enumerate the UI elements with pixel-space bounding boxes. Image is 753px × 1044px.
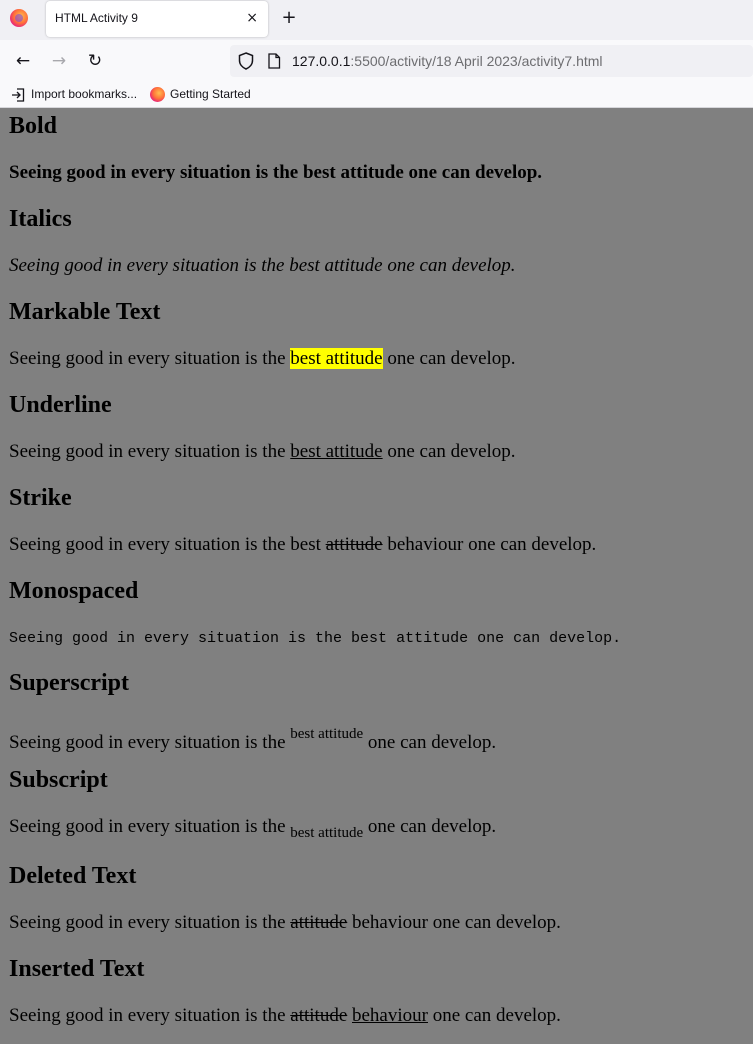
back-button[interactable]: ← [11, 50, 35, 74]
import-icon [12, 88, 25, 102]
address-bar[interactable]: 127.0.0.1:5500/activity/18 April 2023/ac… [230, 45, 753, 77]
close-tab-icon[interactable]: × [246, 8, 258, 28]
heading-strike: Strike [9, 485, 72, 511]
superscript-after: one can develop. [363, 732, 497, 753]
mark-paragraph: Seeing good in every situation is the be… [9, 347, 516, 371]
inserted-before: Seeing good in every situation is the [9, 1005, 291, 1026]
paragraph-italics: Seeing good in every situation is the be… [9, 254, 516, 278]
section-underline: Underline [9, 391, 112, 419]
struck-text: attitude [325, 534, 383, 555]
section-subscript: Subscript [9, 766, 108, 794]
mark-before: Seeing good in every situation is the [9, 348, 291, 369]
deleted-paragraph: Seeing good in every situation is the at… [9, 911, 561, 935]
shield-icon[interactable] [238, 52, 254, 70]
paragraph-superscript: Seeing good in every situation is the be… [9, 722, 496, 755]
tab-bar: HTML Activity 9 × + [0, 0, 753, 40]
italic-text: Seeing good in every situation is the be… [9, 255, 516, 276]
url-path: :5500/activity/18 April 2023/activity7.h… [350, 53, 603, 69]
superscript-paragraph: Seeing good in every situation is the be… [9, 722, 496, 755]
forward-button[interactable]: → [47, 50, 71, 74]
bookmark-import[interactable]: Import bookmarks... [31, 87, 137, 101]
subscript-paragraph: Seeing good in every situation is the be… [9, 815, 496, 845]
heading-deleted: Deleted Text [9, 863, 137, 889]
page-icon[interactable] [267, 53, 281, 69]
section-mark: Markable Text [9, 298, 160, 326]
inserted-deleted-text: attitude [290, 1005, 348, 1026]
inserted-text: behaviour [352, 1005, 428, 1026]
heading-inserted: Inserted Text [9, 956, 145, 982]
paragraph-mono: Seeing good in every situation is the be… [9, 627, 621, 651]
underline-before: Seeing good in every situation is the [9, 441, 291, 462]
marked-text: best attitude [290, 348, 383, 369]
superscript-before: Seeing good in every situation is the [9, 732, 291, 753]
navigation-bar: ← → ↻ 127.0.0.1:5500/activity/18 April 2… [0, 40, 753, 82]
strike-paragraph: Seeing good in every situation is the be… [9, 533, 596, 557]
firefox-menu-icon[interactable] [10, 9, 28, 27]
paragraph-subscript: Seeing good in every situation is the be… [9, 815, 496, 845]
deleted-after: behaviour one can develop. [347, 912, 561, 933]
underline-paragraph: Seeing good in every situation is the be… [9, 440, 516, 464]
new-tab-button[interactable]: + [280, 6, 298, 30]
strike-before: Seeing good in every situation is the be… [9, 534, 326, 555]
section-strike: Strike [9, 484, 72, 512]
paragraph-inserted: Seeing good in every situation is the at… [9, 1004, 561, 1028]
url-host: 127.0.0.1 [292, 53, 351, 69]
paragraph-mark: Seeing good in every situation is the be… [9, 347, 516, 371]
reload-button[interactable]: ↻ [83, 50, 107, 74]
paragraph-strike: Seeing good in every situation is the be… [9, 533, 596, 557]
bold-text: Seeing good in every situation is the be… [9, 162, 543, 183]
inserted-after: one can develop. [427, 1005, 561, 1026]
underline-after: one can develop. [382, 441, 516, 462]
section-mono: Monospaced [9, 577, 138, 605]
heading-superscript: Superscript [9, 670, 129, 696]
heading-mono: Monospaced [9, 578, 139, 604]
heading-mark: Markable Text [9, 299, 161, 325]
deleted-text: attitude [290, 912, 348, 933]
mono-text: Seeing good in every situation is the be… [9, 630, 622, 647]
bookmark-getting-started[interactable]: Getting Started [170, 87, 251, 101]
subscript-before: Seeing good in every situation is the [9, 816, 291, 837]
paragraph-bold: Seeing good in every situation is the be… [9, 161, 542, 185]
section-bold: Bold [9, 112, 57, 140]
underlined-text: best attitude [290, 441, 383, 462]
section-deleted: Deleted Text [9, 862, 136, 890]
paragraph-deleted: Seeing good in every situation is the at… [9, 911, 561, 935]
heading-subscript: Subscript [9, 767, 108, 793]
bookmarks-toolbar: Import bookmarks... Getting Started [0, 82, 753, 108]
subscript-after: one can develop. [363, 816, 497, 837]
strike-after: behaviour one can develop. [382, 534, 597, 555]
tab-html-activity-9[interactable]: HTML Activity 9 × [46, 1, 268, 37]
firefox-icon [150, 87, 165, 102]
heading-bold: Bold [9, 113, 58, 139]
section-superscript: Superscript [9, 669, 129, 697]
heading-italics: Italics [9, 206, 72, 232]
superscript-text: best attitude [290, 726, 364, 742]
tab-title: HTML Activity 9 [55, 11, 138, 25]
inserted-paragraph: Seeing good in every situation is the at… [9, 1004, 561, 1028]
paragraph-underline: Seeing good in every situation is the be… [9, 440, 516, 464]
deleted-before: Seeing good in every situation is the [9, 912, 291, 933]
mark-after: one can develop. [382, 348, 516, 369]
section-inserted: Inserted Text [9, 955, 144, 983]
subscript-text: best attitude [290, 825, 364, 841]
heading-underline: Underline [9, 392, 112, 418]
browser-chrome: HTML Activity 9 × + ← → ↻ 127.0.0.1:5500… [0, 0, 753, 108]
section-italics: Italics [9, 205, 72, 233]
url-text[interactable]: 127.0.0.1:5500/activity/18 April 2023/ac… [292, 53, 603, 69]
